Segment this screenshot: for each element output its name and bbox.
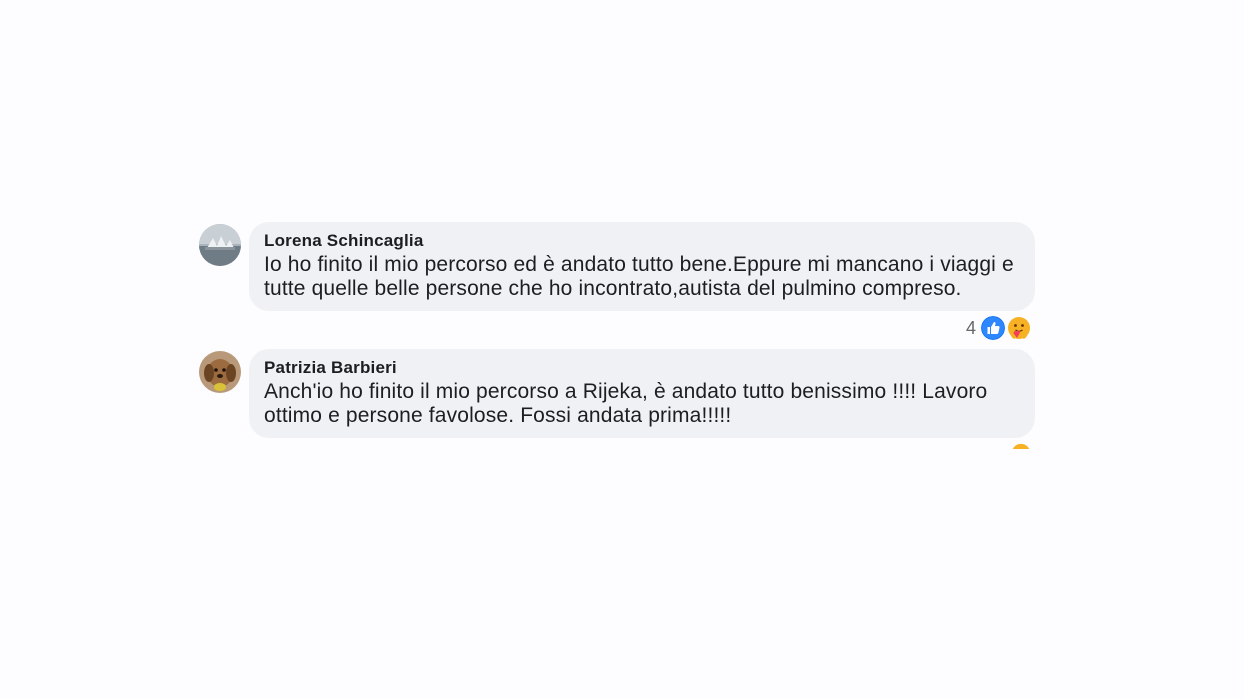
- comment-text: Anch'io ho finito il mio percorso a Rije…: [264, 380, 988, 427]
- comment-bubble: Patrizia Barbieri Anch'io ho finito il m…: [249, 349, 1035, 438]
- reaction-count: 4: [965, 317, 976, 338]
- care-icon: [1008, 317, 1030, 340]
- avatar[interactable]: [199, 224, 241, 266]
- comment-author[interactable]: Patrizia Barbieri: [264, 358, 1019, 378]
- comment-text: Io ho finito il mio percorso ed è andato…: [264, 253, 1014, 300]
- reactions-summary-peek: [1011, 443, 1031, 449]
- reactions-summary[interactable]: 4: [966, 316, 1031, 340]
- like-icon: [981, 316, 1005, 340]
- comment-bubble: Lorena Schincaglia Io ho finito il mio p…: [249, 222, 1035, 311]
- comment-author[interactable]: Lorena Schincaglia: [264, 231, 1019, 251]
- avatar[interactable]: [199, 351, 241, 393]
